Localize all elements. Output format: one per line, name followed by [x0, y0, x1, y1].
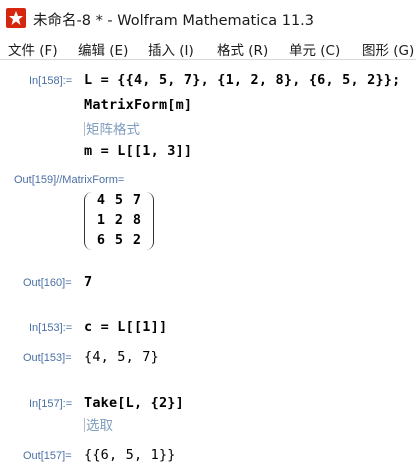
menu-file[interactable]: 文件 (F) [8, 39, 58, 59]
matrix-cell: 8 [132, 212, 142, 228]
output-value-157[interactable]: {{6, 5, 1}} [84, 447, 176, 463]
matrix-left-paren [84, 192, 92, 250]
input-code-line-3[interactable]: m = L[[1, 3]] [84, 143, 192, 159]
output-label-160: Out[160]= [23, 277, 72, 289]
input-label-158: In[158]:= [29, 75, 73, 87]
menu-bar: 文件 (F) 编辑 (E) 插入 (I) 格式 (R) 单元 (C) 图形 (G… [0, 36, 416, 60]
input-code-157[interactable]: Take[L, {2}] [84, 395, 184, 411]
output-number: 7 [84, 274, 93, 290]
window-title: 未命名-8 * - Wolfram Mathematica 11.3 [33, 13, 315, 29]
cell-cursor [84, 418, 85, 432]
input-label-157: In[157]:= [29, 398, 73, 410]
matrix-cell: 2 [132, 232, 142, 248]
input-code-line-2[interactable]: MatrixForm[m] [84, 97, 192, 113]
menu-cell[interactable]: 单元 (C) [289, 39, 340, 59]
output-value-160[interactable]: 7 [84, 274, 92, 290]
menu-edit[interactable]: 编辑 (E) [78, 39, 128, 59]
mathematica-logo-icon [6, 8, 26, 28]
title-bar: 未命名-8 * - Wolfram Mathematica 11.3 [0, 0, 416, 36]
input-code-153[interactable]: c = L[[1]] [84, 319, 167, 335]
matrix-output[interactable]: 4 5 7 1 2 8 6 5 2 [84, 192, 154, 252]
matrix-cell: 4 [96, 192, 106, 208]
output-label-153: Out[153]= [23, 352, 72, 364]
notebook-area: In[158]:= L = {{4, 5, 7}, {1, 2, 8}, {6,… [0, 61, 416, 470]
output-label-159: Out[159]//MatrixForm= [14, 174, 125, 186]
menu-insert[interactable]: 插入 (I) [148, 39, 194, 59]
menu-format[interactable]: 格式 (R) [217, 39, 268, 59]
cell-cursor [84, 122, 85, 136]
output-label-157: Out[157]= [23, 450, 72, 462]
matrix-right-paren [146, 192, 154, 250]
input-comment-matrix-format[interactable]: 矩阵格式 [84, 118, 140, 138]
menu-graphics[interactable]: 图形 (G) [362, 39, 414, 59]
comment-text: 选取 [86, 418, 113, 434]
input-comment-select[interactable]: 选取 [84, 414, 113, 434]
matrix-cell: 5 [114, 232, 124, 248]
matrix-cell: 2 [114, 212, 124, 228]
comment-text: 矩阵格式 [86, 122, 140, 138]
matrix-cell: 7 [132, 192, 142, 208]
matrix-cell: 5 [114, 192, 124, 208]
output-value-153[interactable]: {4, 5, 7} [84, 349, 159, 365]
matrix-cell: 1 [96, 212, 106, 228]
input-label-153: In[153]:= [29, 322, 73, 334]
input-code-line-1[interactable]: L = {{4, 5, 7}, {1, 2, 8}, {6, 5, 2}}; [84, 72, 400, 88]
matrix-cell: 6 [96, 232, 106, 248]
